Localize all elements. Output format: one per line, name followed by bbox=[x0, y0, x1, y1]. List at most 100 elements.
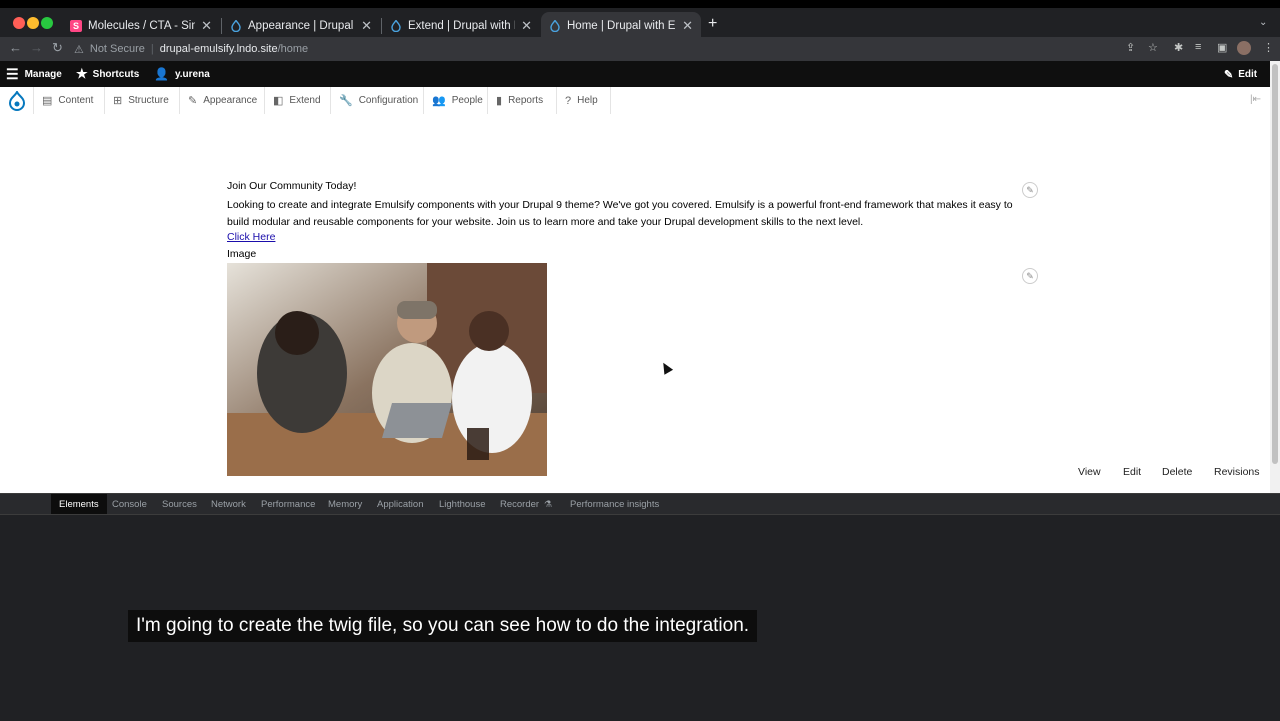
menu-item-help[interactable]: ? Help bbox=[557, 87, 611, 114]
devtools-tab-lighthouse[interactable]: Lighthouse bbox=[431, 494, 493, 514]
community-photo bbox=[227, 263, 547, 476]
user-toolbar-item[interactable]: 👤 y.urena bbox=[154, 61, 210, 87]
browser-tab-2[interactable]: Appearance | Drupal with Emulsify ✕ bbox=[222, 12, 380, 40]
more-menu-icon[interactable]: ⋮ bbox=[1263, 41, 1274, 54]
wrench-icon: 🔧 bbox=[339, 95, 353, 107]
devtools-tab-sources[interactable]: Sources bbox=[154, 494, 205, 514]
username-label: y.urena bbox=[174, 68, 210, 80]
cta-link[interactable]: Click Here bbox=[227, 231, 275, 243]
profile-avatar[interactable] bbox=[1237, 41, 1251, 55]
people-icon: 👥 bbox=[432, 95, 446, 107]
local-task-delete[interactable]: Delete bbox=[1162, 466, 1192, 478]
close-window-button[interactable] bbox=[13, 17, 25, 29]
devtools-tab-network[interactable]: Network bbox=[203, 494, 254, 514]
menu-label: Reports bbox=[508, 95, 544, 106]
page-scrollbar-thumb[interactable] bbox=[1272, 64, 1278, 464]
tab-title: Home | Drupal with Emulsify bbox=[567, 20, 676, 32]
new-tab-plus-icon[interactable]: + bbox=[708, 15, 717, 33]
page-content-area bbox=[0, 114, 1270, 493]
hamburger-menu-icon: ☰ bbox=[6, 65, 19, 82]
menu-label: Structure bbox=[128, 95, 169, 106]
menu-label: Extend bbox=[289, 95, 321, 106]
minimize-window-button[interactable] bbox=[27, 17, 39, 29]
bookmark-star-icon[interactable]: ☆ bbox=[1148, 41, 1158, 54]
menu-label: Help bbox=[577, 95, 598, 106]
devtools-tab-performance[interactable]: Performance bbox=[253, 494, 323, 514]
help-icon: ? bbox=[565, 94, 572, 107]
storybook-icon: S bbox=[70, 20, 82, 32]
devtools-tab-elements[interactable]: Elements bbox=[51, 494, 107, 514]
menu-item-content[interactable]: ▤ Content bbox=[34, 87, 105, 114]
devtools-tab-memory[interactable]: Memory bbox=[320, 494, 370, 514]
menu-item-people[interactable]: 👥 People bbox=[424, 87, 488, 114]
reading-list-icon[interactable]: ≡ bbox=[1195, 41, 1201, 53]
devtools-tab-recorder[interactable]: Recorder bbox=[492, 494, 547, 514]
menu-item-reports[interactable]: ▮ Reports bbox=[488, 87, 557, 114]
side-panel-icon[interactable]: ▣ bbox=[1217, 41, 1227, 54]
url-path: /home bbox=[277, 43, 309, 55]
structure-icon: ⊞ bbox=[113, 95, 123, 107]
local-task-view[interactable]: View bbox=[1078, 466, 1101, 478]
collapse-tray-icon[interactable]: |⇤ bbox=[1250, 94, 1261, 105]
menu-label: Appearance bbox=[203, 95, 258, 106]
screen-top-edge bbox=[0, 0, 1280, 8]
drupal-home-link[interactable] bbox=[0, 87, 34, 114]
forward-arrow-icon[interactable]: → bbox=[30, 40, 43, 55]
menu-item-configuration[interactable]: 🔧 Configuration bbox=[331, 87, 424, 114]
menu-item-appearance[interactable]: ✎ Appearance bbox=[180, 87, 265, 114]
shortcuts-toolbar-item[interactable]: ★ Shortcuts bbox=[76, 61, 139, 87]
cta-body: Looking to create and integrate Emulsify… bbox=[227, 199, 1013, 228]
menu-label: Configuration bbox=[358, 95, 419, 106]
menu-label: Content bbox=[58, 95, 94, 106]
devtools-tab-performance-insights[interactable]: Performance insights bbox=[562, 494, 667, 514]
reload-icon[interactable]: ↻ bbox=[52, 40, 63, 56]
puzzle-icon: ◧ bbox=[273, 95, 284, 107]
menu-item-extend[interactable]: ◧ Extend bbox=[265, 87, 331, 114]
devtools-tab-application[interactable]: Application bbox=[369, 494, 431, 514]
url-host: drupal-emulsify.lndo.site bbox=[159, 43, 278, 55]
admin-toolbar-bar: ☰ Manage ★ Shortcuts 👤 y.urena ✎ Edit bbox=[0, 61, 1270, 87]
drupal-logo-icon bbox=[8, 90, 26, 111]
browser-tab-4-active[interactable]: Home | Drupal with Emulsify ✕ bbox=[541, 12, 701, 40]
drupal-icon bbox=[231, 20, 241, 32]
tab-title: Molecules / CTA - Simple CTA bbox=[88, 20, 195, 32]
tab-search-chevron-icon[interactable]: ⌄ bbox=[1259, 17, 1267, 28]
manage-label: Manage bbox=[24, 68, 62, 80]
shortcuts-label: Shortcuts bbox=[92, 68, 140, 80]
user-icon: 👤 bbox=[154, 67, 169, 81]
menu-item-structure[interactable]: ⊞ Structure bbox=[105, 87, 180, 114]
contextual-edit-pencil-icon[interactable]: ✎ bbox=[1022, 182, 1038, 198]
paintbrush-icon: ✎ bbox=[188, 95, 198, 107]
document-icon: ▤ bbox=[42, 95, 53, 107]
close-tab-icon[interactable]: ✕ bbox=[361, 18, 372, 34]
browser-tab-3[interactable]: Extend | Drupal with Emulsify ✕ bbox=[382, 12, 540, 40]
devtools-tab-console[interactable]: Console bbox=[104, 494, 155, 514]
tab-title: Appearance | Drupal with Emulsify bbox=[248, 20, 355, 32]
browser-tab-1[interactable]: S Molecules / CTA - Simple CTA ✕ bbox=[62, 12, 220, 40]
close-tab-icon[interactable]: ✕ bbox=[521, 18, 532, 34]
edit-toolbar-item[interactable]: ✎ Edit bbox=[1224, 61, 1257, 87]
extensions-icon[interactable]: ✱ bbox=[1174, 41, 1183, 54]
share-icon[interactable]: ⇪ bbox=[1126, 41, 1135, 54]
omnibox-divider: | bbox=[150, 43, 154, 55]
tab-title: Extend | Drupal with Emulsify bbox=[408, 20, 515, 32]
admin-menu-tray: ▤ Content ⊞ Structure ✎ Appearance ◧ Extend … bbox=[0, 87, 1270, 115]
cta-title: Join Our Community Today! bbox=[227, 180, 357, 192]
devtools-panel bbox=[0, 493, 1280, 721]
maximize-window-button[interactable] bbox=[41, 17, 53, 29]
drupal-icon bbox=[391, 20, 401, 32]
video-caption: I'm going to create the twig file, so yo… bbox=[128, 610, 758, 642]
omnibox[interactable]: ⚠ Not Secure | drupal-emulsify.lndo.site… bbox=[74, 39, 1174, 59]
contextual-edit-pencil-icon[interactable]: ✎ bbox=[1022, 268, 1038, 284]
local-task-revisions[interactable]: Revisions bbox=[1214, 466, 1260, 478]
pencil-icon: ✎ bbox=[1224, 68, 1234, 81]
image-field-label: Image bbox=[227, 248, 257, 260]
edit-label: Edit bbox=[1238, 68, 1258, 80]
local-task-edit[interactable]: Edit bbox=[1123, 466, 1141, 478]
bar-chart-icon: ▮ bbox=[496, 95, 503, 107]
close-tab-icon[interactable]: ✕ bbox=[682, 18, 693, 34]
menu-label: People bbox=[451, 95, 483, 106]
back-arrow-icon[interactable]: ← bbox=[9, 40, 22, 55]
manage-toolbar-item[interactable]: ☰ Manage bbox=[6, 61, 62, 87]
close-tab-icon[interactable]: ✕ bbox=[201, 18, 212, 34]
